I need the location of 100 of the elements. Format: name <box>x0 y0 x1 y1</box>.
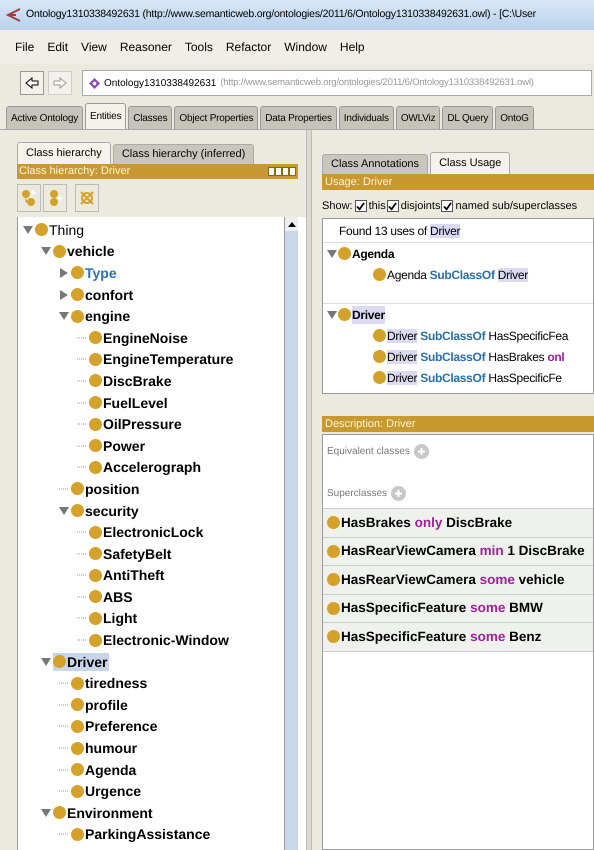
tree-item[interactable]: vehicle <box>53 242 116 260</box>
tree-item[interactable]: EngineNoise <box>89 328 190 347</box>
tree-item[interactable]: position <box>71 480 142 498</box>
delete-class-icon <box>79 190 95 206</box>
tree-item[interactable]: tiredness <box>71 674 150 692</box>
collapsed-triangle-icon[interactable] <box>59 290 69 300</box>
tree-item[interactable]: Driver <box>53 652 110 671</box>
expanded-triangle-icon[interactable] <box>23 224 33 235</box>
class-icon <box>373 268 386 281</box>
ontology-selector[interactable]: Ontology1310338492631 (http://www.semanticweb.org/ontologies/2011/6/Ontology1310338492631.owl) <box>82 70 592 96</box>
tree-item[interactable]: Type <box>71 264 119 282</box>
window-title: Ontology1310338492631 (http://www.semanticweb.org/ontologies/2011/6/Ontology1310338492631.owl) - [C:\User <box>26 7 536 22</box>
tree-item[interactable]: Accelerograph <box>89 458 204 476</box>
add-subclass-icon <box>21 189 37 207</box>
collapsed-triangle-icon[interactable] <box>59 268 69 278</box>
tree-item[interactable]: Preference <box>71 717 160 736</box>
usage-group-title[interactable]: Driver <box>352 306 385 324</box>
tree-item[interactable]: OilPressure <box>89 415 184 434</box>
left-arrow-icon <box>25 77 39 89</box>
tree-item[interactable]: Urgence <box>71 782 144 800</box>
tab[interactable]: Data Properties <box>260 106 337 129</box>
class-icon <box>71 784 84 798</box>
tree-item[interactable]: Environment <box>53 804 155 822</box>
connector-line <box>59 704 69 706</box>
tree-item[interactable]: Light <box>89 609 140 628</box>
class-icon <box>89 331 102 344</box>
tab[interactable]: Class Annotations <box>322 154 428 174</box>
menu-item[interactable]: Tools <box>184 38 213 56</box>
tab[interactable]: Classes <box>128 106 172 129</box>
tree-item[interactable]: Power <box>89 436 148 455</box>
class-expression: HasRearViewCamera some vehicle <box>341 570 564 589</box>
tree-item[interactable]: FuelLevel <box>89 394 170 412</box>
superclass-row[interactable]: HasBrakes only DiscBrake <box>323 509 593 538</box>
tree-item[interactable]: EngineTemperature <box>89 350 236 368</box>
connector-line <box>59 768 69 771</box>
window-controls-icon[interactable] <box>268 167 296 176</box>
tab[interactable]: Class hierarchy <box>17 142 111 164</box>
expanded-triangle-icon[interactable] <box>59 506 69 516</box>
tree-item[interactable]: security <box>71 502 141 520</box>
scroll-up-icon[interactable] <box>288 222 296 226</box>
tree-item[interactable]: Electronic-Window <box>89 631 231 650</box>
menu-item[interactable]: File <box>15 38 34 56</box>
connector-line <box>77 574 87 576</box>
class-expression: HasRearViewCamera min 1 DiscBrake <box>341 542 585 560</box>
tree-item[interactable]: SafetyBelt <box>89 544 174 563</box>
superclass-row[interactable]: HasRearViewCamera some vehicle <box>323 566 593 594</box>
ontology-name: Ontology1310338492631 <box>104 76 216 90</box>
tree-item[interactable]: confort <box>71 286 136 304</box>
menu-item[interactable]: Window <box>284 38 327 56</box>
class-expression: HasSpecificFeature some Benz <box>341 628 542 646</box>
expanded-triangle-icon[interactable] <box>41 656 51 667</box>
tab[interactable]: Entities <box>85 103 126 129</box>
checkbox[interactable] <box>354 200 367 212</box>
tree-item[interactable]: ABS <box>89 588 135 606</box>
connector-line <box>77 639 87 642</box>
tree-item[interactable]: AntiTheft <box>89 566 166 584</box>
connector-line <box>77 444 87 447</box>
tree-item[interactable]: profile <box>71 696 130 714</box>
menu-item[interactable]: Edit <box>47 38 68 56</box>
tree-item[interactable]: DiscBrake <box>89 372 174 390</box>
tree-item[interactable]: ParkingAssistance <box>71 825 212 844</box>
class-icon <box>71 763 84 776</box>
tab[interactable]: OntoG <box>495 106 534 129</box>
checkbox[interactable] <box>386 200 399 212</box>
class-icon <box>89 526 102 539</box>
checkbox-label: named sub/superclasses <box>455 198 578 214</box>
tab[interactable]: Object Properties <box>174 106 258 129</box>
menu-item[interactable]: View <box>81 38 107 56</box>
tree-item[interactable]: humour <box>71 739 140 758</box>
tab[interactable]: Individuals <box>338 106 394 129</box>
expanded-triangle-icon[interactable] <box>41 808 51 818</box>
class-icon <box>327 573 340 586</box>
tree-item[interactable]: Thing <box>35 220 86 239</box>
tree-item[interactable]: Agenda <box>71 760 138 779</box>
tab[interactable]: OWLViz <box>396 106 440 129</box>
tab[interactable]: Class Usage <box>430 152 510 174</box>
tab[interactable]: Active Ontology <box>6 106 84 129</box>
checkbox[interactable] <box>441 200 454 212</box>
usage-group-title[interactable]: Agenda <box>352 244 394 262</box>
superclass-row[interactable]: HasSpecificFeature some Benz <box>323 623 593 652</box>
tree-item[interactable]: engine <box>71 307 132 326</box>
diamond-icon <box>89 78 100 88</box>
class-icon <box>71 482 84 496</box>
menu-item[interactable]: Refactor <box>226 38 272 56</box>
tree-item[interactable]: ElectronicLock <box>89 523 206 542</box>
expanded-triangle-icon[interactable] <box>327 248 337 258</box>
expanded-triangle-icon[interactable] <box>327 310 337 320</box>
superclass-row[interactable]: HasRearViewCamera min 1 DiscBrake <box>323 538 593 566</box>
superclass-row[interactable]: HasSpecificFeature some BMW <box>323 594 593 623</box>
menu-item[interactable]: Reasoner <box>120 38 172 56</box>
expanded-triangle-icon[interactable] <box>41 246 51 256</box>
tab[interactable]: DL Query <box>442 106 494 129</box>
back-button[interactable] <box>20 71 44 95</box>
connector-line <box>77 617 87 620</box>
tab[interactable]: Class hierarchy (inferred) <box>112 144 254 164</box>
scrollbar[interactable] <box>284 217 298 850</box>
menu-item[interactable]: Help <box>340 38 365 56</box>
class-icon <box>338 308 351 321</box>
expanded-triangle-icon[interactable] <box>59 311 69 322</box>
add-sibling-icon <box>47 189 63 207</box>
